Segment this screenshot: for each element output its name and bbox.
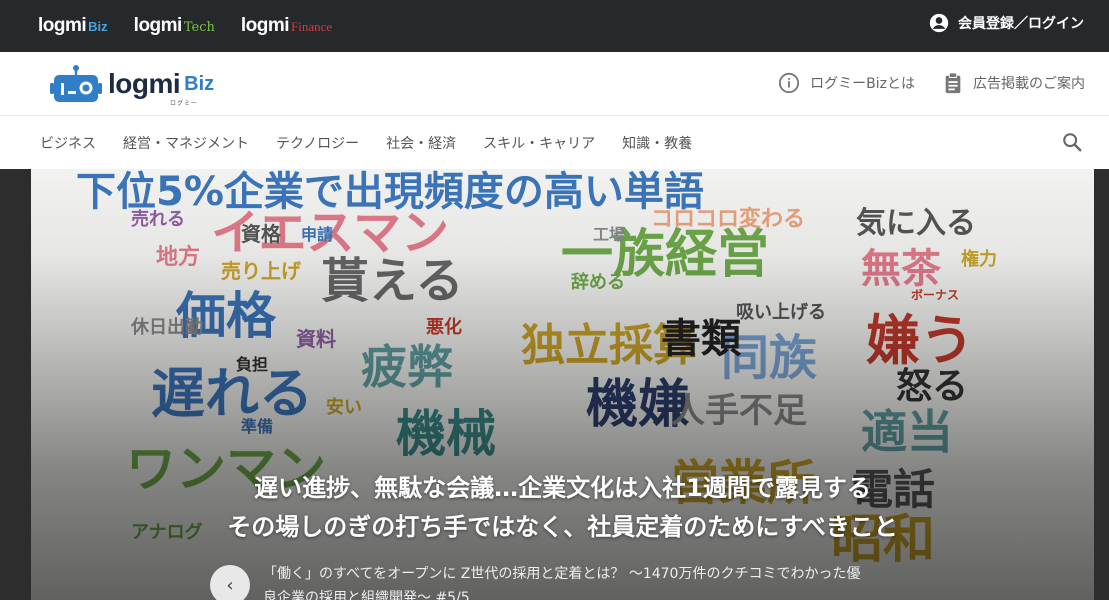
site-link-finance[interactable]: logmi Finance (241, 15, 332, 37)
clipboard-icon (945, 72, 961, 94)
ad-info-link[interactable]: 広告掲載のご案内 (943, 72, 1085, 94)
cloud-word: 気に入る (856, 206, 976, 241)
cloud-word: 独立採算 (521, 320, 697, 371)
cloud-word: 嫌う (866, 309, 974, 372)
category-nav: ビジネス 経営・マネジメント テクノロジー 社会・経済 スキル・キャリア 知識・… (0, 116, 1109, 169)
site-link-biz[interactable]: logmi Biz (38, 15, 108, 37)
about-label: ログミーBizとは (810, 76, 915, 92)
cloud-word: 工場 (593, 225, 626, 244)
site-name: logmi (133, 15, 183, 36)
hero-image-title: 下位5%企業で出現頻度の高い単語 (76, 169, 704, 215)
login-label: 会員登録／ログイン (958, 16, 1084, 32)
about-link[interactable]: ログミーBizとは (778, 72, 915, 94)
nav-item-management[interactable]: 経営・マネジメント (123, 133, 249, 153)
hero-carousel[interactable]: 下位5%企業で出現頻度の高い単語 イエスマン 一族経営 価格 貰える 遅れる 疲… (31, 169, 1094, 600)
nav-item-career[interactable]: スキル・キャリア (483, 133, 595, 153)
cloud-word: ボーナス (911, 288, 960, 302)
search-icon[interactable] (1061, 131, 1083, 153)
cloud-word: 貰える (321, 253, 464, 309)
site-sub: Finance (291, 19, 333, 34)
hero-left-gutter (0, 169, 31, 600)
user-icon (929, 13, 949, 33)
chevron-left-icon: ‹ (226, 574, 234, 596)
site-sub: Tech (183, 20, 215, 35)
site-name: logmi (38, 15, 87, 36)
cloud-word: 機嫌 (586, 375, 691, 435)
logo-word: logmi (108, 68, 181, 99)
nav-item-technology[interactable]: テクノロジー (276, 133, 359, 153)
cloud-word: 申請 (301, 225, 334, 244)
cloud-word: 地方 (156, 245, 201, 270)
cloud-word: 安い (326, 397, 362, 418)
cloud-word: 人手不足 (671, 391, 807, 431)
info-icon (779, 72, 800, 94)
cloud-word: 書類 (661, 316, 741, 362)
login-link[interactable]: 会員登録／ログイン (929, 13, 1084, 33)
site-sub: Biz (88, 19, 108, 34)
logo-biz: Biz (184, 72, 215, 95)
cloud-word: 準備 (241, 417, 274, 436)
cloud-word: 悪化 (426, 317, 462, 338)
cloud-word: 辞める (571, 272, 625, 293)
cloud-word: 遅れる (151, 362, 313, 425)
cloud-word: 同族 (721, 330, 818, 386)
hero-caption[interactable]: 「働く」のすべてをオープンに Z世代の採用と定着とは？ 〜1470万件のクチコミ… (263, 562, 863, 600)
cloud-word: 適当 (861, 405, 953, 459)
cloud-word: 資格 (241, 222, 281, 246)
ad-info-label: 広告掲載のご案内 (973, 76, 1085, 92)
cloud-word: 売り上げ (221, 259, 301, 283)
cloud-word: 負担 (236, 355, 269, 374)
cloud-word: 価格 (176, 287, 276, 345)
carousel-prev-button[interactable]: ‹ (210, 565, 250, 600)
cloud-word: 怒る (896, 366, 969, 407)
logmi-biz-logo[interactable]: logmi Biz ログミー (50, 64, 215, 107)
logo-kana: ログミー (170, 100, 199, 107)
nav-item-business[interactable]: ビジネス (40, 133, 96, 153)
site-link-tech[interactable]: logmi Tech (134, 15, 215, 37)
cloud-word: 疲弊 (361, 340, 453, 394)
cloud-word: 権力 (961, 249, 997, 270)
cloud-word: 吸い上げる (736, 302, 826, 323)
robot-logo-icon (50, 65, 102, 102)
cloud-word: 無茶 (861, 246, 941, 292)
site-header: logmi Biz ログミー ログミーBizとは 広告掲載のご案内 (0, 52, 1109, 116)
site-name: logmi (240, 15, 290, 36)
headline-line-1: 遅い進捗、無駄な会議…企業文化は入社1週間で露見する (254, 474, 871, 502)
cloud-word: 機械 (396, 405, 496, 463)
nav-item-society[interactable]: 社会・経済 (386, 133, 456, 153)
nav-item-knowledge[interactable]: 知識・教養 (622, 133, 692, 153)
cloud-word: 休日出勤 (131, 317, 203, 338)
site-switcher-bar: logmi Biz logmi Tech logmi Finance 会員登録／… (0, 0, 1109, 52)
cloud-word: 資料 (296, 327, 336, 351)
hero-headline[interactable]: 遅い進捗、無駄な会議…企業文化は入社1週間で露見する その場しのぎの打ち手ではな… (31, 469, 1094, 547)
cloud-word: 一族経営 (561, 225, 770, 285)
headline-line-2: その場しのぎの打ち手ではなく、社員定着のためにすべきこと (227, 513, 898, 541)
